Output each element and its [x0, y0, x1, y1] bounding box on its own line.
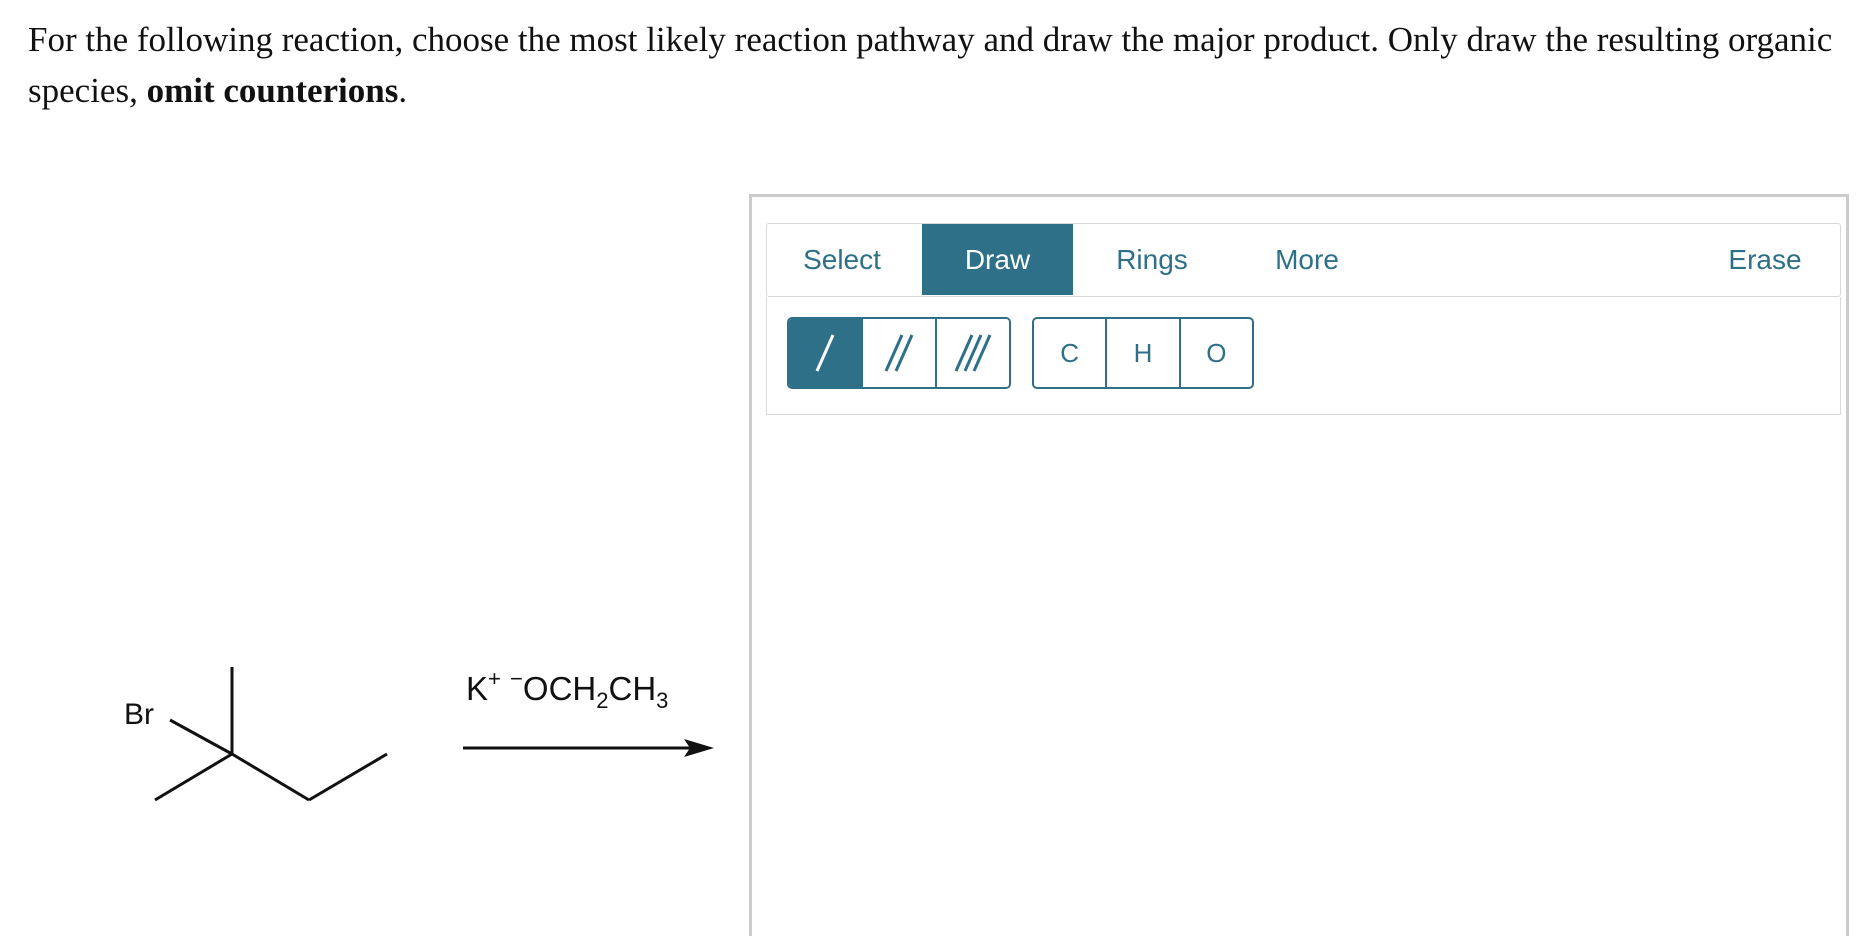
reagent-label: K+ −OCH2CH3 — [466, 668, 668, 712]
bond-tool-group — [787, 317, 1011, 389]
triple-bond-icon — [954, 334, 992, 372]
atom-o-button[interactable]: O — [1181, 319, 1252, 387]
bond-ethyl-end — [308, 752, 388, 802]
atom-h-button[interactable]: H — [1107, 319, 1181, 387]
question-text: For the following reaction, choose the m… — [28, 14, 1848, 116]
single-bond-button[interactable] — [789, 319, 863, 387]
tab-draw[interactable]: Draw — [922, 224, 1073, 295]
triple-bond-button[interactable] — [937, 319, 1009, 387]
atom-c-button[interactable]: C — [1034, 319, 1108, 387]
tab-select[interactable]: Select — [767, 224, 917, 295]
question-end: . — [398, 71, 408, 110]
tab-erase[interactable]: Erase — [1695, 224, 1835, 295]
single-bond-icon — [815, 334, 835, 372]
question-emphasis: omit counterions — [146, 71, 399, 110]
reagent-anion-charge: − — [510, 666, 523, 691]
reagent-sub1: 2 — [596, 688, 609, 713]
reaction-scheme: Br K+ −OCH2CH3 — [0, 640, 740, 840]
reagent-cation: K — [466, 670, 489, 707]
tool-panel: C H O — [766, 297, 1841, 415]
tab-more[interactable]: More — [1232, 224, 1382, 295]
double-bond-icon — [884, 334, 914, 372]
double-bond-button[interactable] — [863, 319, 937, 387]
editor-tabbar: Select Draw Rings More Erase — [766, 223, 1841, 297]
drawing-canvas[interactable]: Select Draw Rings More Erase C H O — [749, 194, 1849, 936]
tab-rings[interactable]: Rings — [1077, 224, 1227, 295]
reagent-sub2: 3 — [656, 688, 669, 713]
atom-tool-group: C H O — [1032, 317, 1254, 389]
reagent-part2: CH — [608, 670, 657, 707]
reagent-cation-charge: + — [488, 666, 501, 691]
bond-quaternary-right — [231, 752, 310, 802]
bond-to-br — [169, 718, 233, 756]
bond-quaternary-left — [154, 752, 233, 802]
reagent-part1: OCH — [522, 670, 597, 707]
br-label: Br — [124, 698, 154, 731]
